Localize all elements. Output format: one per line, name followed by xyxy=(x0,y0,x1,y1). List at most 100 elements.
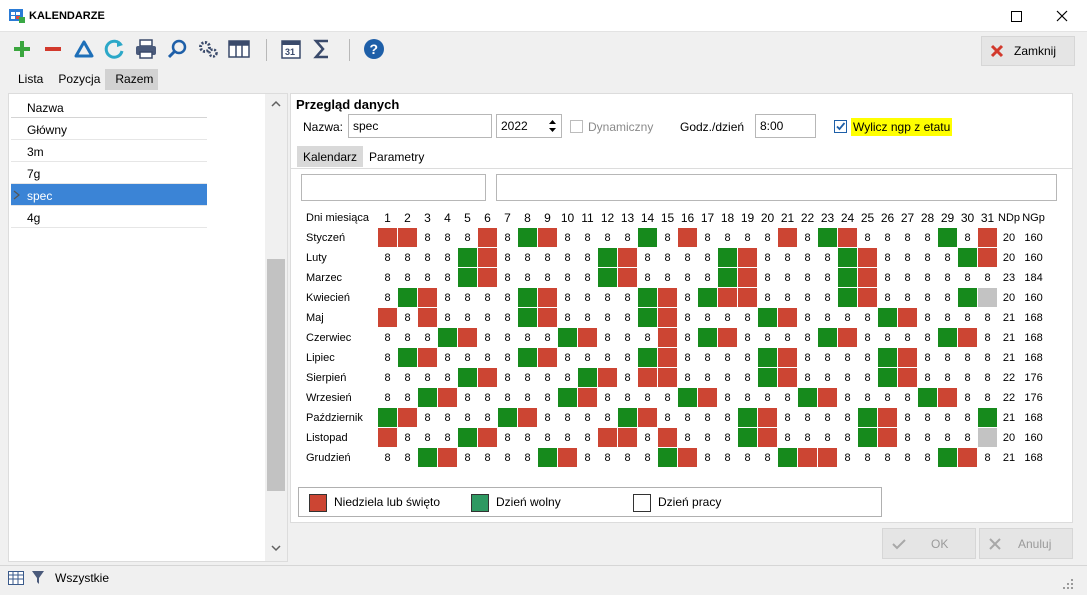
day-cell-work[interactable]: 8 xyxy=(437,307,458,328)
day-cell-holiday[interactable] xyxy=(437,447,458,468)
day-cell-holiday[interactable] xyxy=(737,247,758,268)
day-cell-work[interactable]: 8 xyxy=(597,407,618,428)
day-cell-holiday[interactable] xyxy=(617,427,638,448)
day-cell-work[interactable]: 8 xyxy=(597,387,618,408)
day-cell-work[interactable]: 8 xyxy=(417,427,438,448)
day-cell-work[interactable]: 8 xyxy=(877,267,898,288)
day-cell-work[interactable]: 8 xyxy=(917,427,938,448)
day-cell-work[interactable]: 8 xyxy=(557,287,578,308)
day-cell-work[interactable]: 8 xyxy=(937,267,958,288)
day-cell-work[interactable]: 8 xyxy=(677,347,698,368)
day-cell-holiday[interactable] xyxy=(657,307,678,328)
day-cell-work[interactable]: 8 xyxy=(437,427,458,448)
day-cell-work[interactable]: 8 xyxy=(637,447,658,468)
day-cell-work[interactable]: 8 xyxy=(897,227,918,248)
day-cell-work[interactable]: 8 xyxy=(517,367,538,388)
day-cell-work[interactable]: 8 xyxy=(957,347,978,368)
day-cell-work[interactable]: 8 xyxy=(497,427,518,448)
day-cell-free[interactable] xyxy=(797,387,818,408)
list-item[interactable]: 4g xyxy=(11,206,207,228)
day-cell-work[interactable]: 8 xyxy=(757,267,778,288)
day-cell-work[interactable]: 8 xyxy=(657,227,678,248)
year-stepper[interactable]: 2022 xyxy=(496,114,562,138)
day-cell-free[interactable] xyxy=(397,347,418,368)
day-cell-work[interactable]: 8 xyxy=(817,247,838,268)
day-cell-work[interactable]: 8 xyxy=(797,267,818,288)
scroll-down-icon[interactable] xyxy=(271,544,281,552)
day-cell-work[interactable]: 8 xyxy=(697,267,718,288)
day-cell-work[interactable]: 8 xyxy=(477,287,498,308)
day-cell-work[interactable]: 8 xyxy=(557,367,578,388)
day-cell-holiday[interactable] xyxy=(757,407,778,428)
day-cell-work[interactable]: 8 xyxy=(877,287,898,308)
day-cell-work[interactable]: 8 xyxy=(877,227,898,248)
day-cell-work[interactable]: 8 xyxy=(377,287,398,308)
search-button[interactable] xyxy=(165,37,189,61)
day-cell-free[interactable] xyxy=(817,227,838,248)
cancel-button[interactable]: Anuluj xyxy=(979,528,1073,559)
day-cell-work[interactable]: 8 xyxy=(697,447,718,468)
day-cell-work[interactable]: 8 xyxy=(857,367,878,388)
day-cell-work[interactable]: 8 xyxy=(417,327,438,348)
day-cell-holiday[interactable] xyxy=(977,227,998,248)
day-cell-free[interactable] xyxy=(717,247,738,268)
day-cell-work[interactable]: 8 xyxy=(917,367,938,388)
day-cell-free[interactable] xyxy=(857,427,878,448)
day-cell-work[interactable]: 8 xyxy=(497,227,518,248)
day-cell-work[interactable]: 8 xyxy=(697,227,718,248)
day-cell-work[interactable]: 8 xyxy=(797,427,818,448)
day-cell-work[interactable]: 8 xyxy=(617,327,638,348)
day-cell-work[interactable]: 8 xyxy=(617,307,638,328)
day-cell-free[interactable] xyxy=(437,327,458,348)
day-cell-work[interactable]: 8 xyxy=(897,267,918,288)
day-cell-work[interactable]: 8 xyxy=(637,247,658,268)
day-cell-work[interactable]: 8 xyxy=(857,347,878,368)
tab-parametry[interactable]: Parametry xyxy=(363,146,430,167)
day-cell-free[interactable] xyxy=(617,407,638,428)
day-cell-holiday[interactable] xyxy=(657,347,678,368)
day-cell-work[interactable]: 8 xyxy=(797,327,818,348)
day-cell-work[interactable]: 8 xyxy=(457,387,478,408)
day-cell-work[interactable]: 8 xyxy=(977,447,998,468)
day-cell-work[interactable]: 8 xyxy=(937,307,958,328)
day-cell-work[interactable]: 8 xyxy=(877,447,898,468)
tab-razem[interactable]: Razem xyxy=(105,69,159,90)
day-cell-holiday[interactable] xyxy=(697,387,718,408)
day-cell-work[interactable]: 8 xyxy=(777,247,798,268)
day-cell-work[interactable]: 8 xyxy=(797,247,818,268)
day-cell-holiday[interactable] xyxy=(657,327,678,348)
day-cell-holiday[interactable] xyxy=(477,247,498,268)
day-cell-holiday[interactable] xyxy=(517,407,538,428)
day-cell-work[interactable]: 8 xyxy=(497,347,518,368)
day-cell-work[interactable]: 8 xyxy=(777,267,798,288)
day-cell-work[interactable]: 8 xyxy=(637,427,658,448)
day-cell-holiday[interactable] xyxy=(537,347,558,368)
day-cell-work[interactable]: 8 xyxy=(917,347,938,368)
day-cell-work[interactable]: 8 xyxy=(917,227,938,248)
day-cell-work[interactable]: 8 xyxy=(477,447,498,468)
day-cell-work[interactable]: 8 xyxy=(857,227,878,248)
day-cell-work[interactable]: 8 xyxy=(797,407,818,428)
day-cell-holiday[interactable] xyxy=(777,347,798,368)
day-cell-work[interactable]: 8 xyxy=(797,347,818,368)
day-cell-work[interactable]: 8 xyxy=(897,407,918,428)
edit-button[interactable] xyxy=(72,37,96,61)
day-cell-holiday[interactable] xyxy=(957,327,978,348)
day-cell-holiday[interactable] xyxy=(397,227,418,248)
day-cell-work[interactable]: 8 xyxy=(697,367,718,388)
day-cell-free[interactable] xyxy=(637,227,658,248)
day-cell-work[interactable]: 8 xyxy=(677,267,698,288)
day-cell-free[interactable] xyxy=(817,327,838,348)
day-cell-holiday[interactable] xyxy=(657,427,678,448)
day-cell-free[interactable] xyxy=(397,287,418,308)
day-cell-work[interactable]: 8 xyxy=(937,347,958,368)
list-scrollbar[interactable] xyxy=(265,94,287,561)
day-cell-holiday[interactable] xyxy=(737,287,758,308)
day-cell-work[interactable]: 8 xyxy=(977,387,998,408)
day-cell-work[interactable]: 8 xyxy=(697,407,718,428)
day-cell-work[interactable]: 8 xyxy=(837,347,858,368)
day-cell-work[interactable]: 8 xyxy=(597,227,618,248)
ok-button[interactable]: OK xyxy=(882,528,976,559)
day-cell-free[interactable] xyxy=(937,227,958,248)
maximize-button[interactable] xyxy=(993,0,1039,32)
